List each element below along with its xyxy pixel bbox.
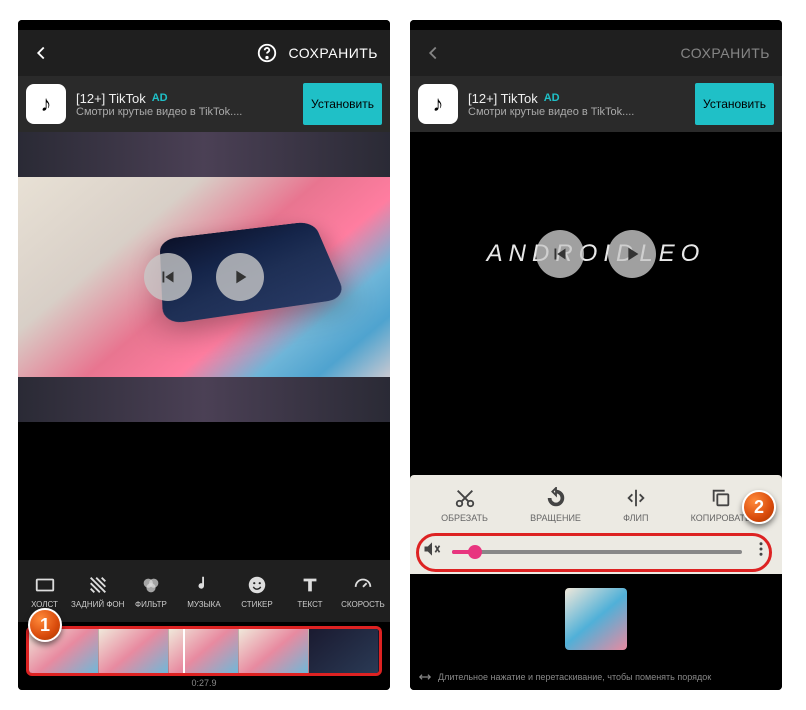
callout-badge-2: 2 [742, 490, 776, 524]
install-button[interactable]: Установить [303, 83, 382, 125]
timeline[interactable]: 0:27.9 [18, 622, 390, 690]
tool-background[interactable]: ЗАДНИЙ ФОН [71, 574, 124, 609]
play-icon[interactable] [216, 253, 264, 301]
edit-panel: ОБРЕЗАТЬ ВРАЩЕНИЕ ФЛИП КОПИРОВАТЬ [410, 475, 782, 574]
playhead[interactable] [183, 629, 185, 673]
toolbar: ХОЛСТ ЗАДНИЙ ФОН ФИЛЬТР МУЗЫКА СТИКЕР ТЕ… [18, 560, 390, 622]
tool-canvas[interactable]: ХОЛСТ [18, 574, 71, 609]
tool-filter[interactable]: ФИЛЬТР [124, 574, 177, 609]
more-icon[interactable] [752, 540, 770, 563]
ad-badge: AD [152, 92, 168, 104]
ad-title: [12+] TikTok AD [468, 91, 685, 106]
slider-thumb[interactable] [468, 545, 482, 559]
top-bar: СОХРАНИТЬ [18, 30, 390, 76]
ad-banner[interactable]: ♪ [12+] TikTok AD Смотри крутые видео в … [410, 76, 782, 132]
player-controls [144, 253, 264, 301]
ad-title: [12+] TikTok AD [76, 91, 293, 106]
previous-icon[interactable] [144, 253, 192, 301]
right-screenshot: СОХРАНИТЬ ♪ [12+] TikTok AD Смотри круты… [410, 20, 782, 690]
video-preview[interactable]: ANDROIDLEO [410, 132, 782, 376]
tool-speed[interactable]: СКОРОСТЬ [336, 574, 389, 609]
mute-icon[interactable] [422, 539, 442, 564]
player-controls [536, 230, 656, 278]
help-icon[interactable] [256, 42, 278, 64]
back-icon[interactable] [422, 42, 444, 64]
tiktok-icon: ♪ [26, 84, 66, 124]
tool-sticker[interactable]: СТИКЕР [230, 574, 283, 609]
callout-badge-1: 1 [28, 608, 62, 642]
top-bar: СОХРАНИТЬ [410, 30, 782, 76]
timeline-frame[interactable] [239, 629, 309, 673]
play-icon[interactable] [608, 230, 656, 278]
cut-button[interactable]: ОБРЕЗАТЬ [441, 487, 488, 523]
previous-icon[interactable] [536, 230, 584, 278]
hint-bar: Длительное нажатие и перетаскивание, что… [410, 664, 782, 690]
video-preview[interactable] [18, 132, 390, 422]
status-bar [18, 20, 390, 30]
tool-text[interactable]: ТЕКСТ [283, 574, 336, 609]
tool-music[interactable]: МУЗЫКА [177, 574, 230, 609]
ad-subtitle: Смотри крутые видео в TikTok.... [76, 106, 293, 118]
flip-button[interactable]: ФЛИП [623, 487, 648, 523]
ad-banner[interactable]: ♪ [12+] TikTok AD Смотри крутые видео в … [18, 76, 390, 132]
clip-thumbnail[interactable] [565, 588, 627, 650]
left-screenshot: СОХРАНИТЬ ♪ [12+] TikTok AD Смотри круты… [18, 20, 390, 690]
volume-slider[interactable] [452, 550, 742, 554]
timeline-frame[interactable] [309, 629, 379, 673]
timeline-frame[interactable] [169, 629, 239, 673]
install-button[interactable]: Установить [695, 83, 774, 125]
status-bar [410, 20, 782, 30]
volume-row [410, 531, 782, 574]
save-button[interactable]: СОХРАНИТЬ [288, 45, 378, 61]
save-button[interactable]: СОХРАНИТЬ [680, 45, 770, 61]
timeline-time: 0:27.9 [26, 678, 382, 688]
ad-badge: AD [544, 92, 560, 104]
tiktok-icon: ♪ [418, 84, 458, 124]
rotate-button[interactable]: ВРАЩЕНИЕ [530, 487, 581, 523]
clip-row [410, 574, 782, 664]
back-icon[interactable] [30, 42, 52, 64]
timeline-frame[interactable] [99, 629, 169, 673]
ad-subtitle: Смотри крутые видео в TikTok.... [468, 106, 685, 118]
